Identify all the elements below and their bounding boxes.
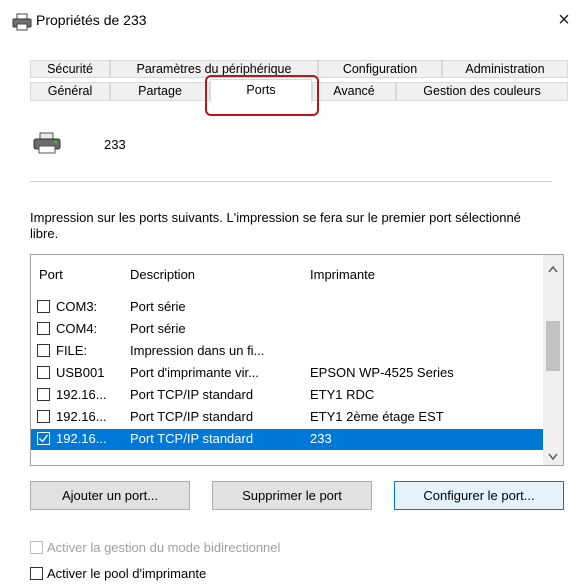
tab-administration[interactable]: Administration (442, 60, 568, 78)
window-title: Propriétés de 233 (36, 12, 147, 28)
tab-gestion-couleurs[interactable]: Gestion des couleurs (396, 82, 568, 101)
tab-partage[interactable]: Partage (110, 82, 210, 101)
add-port-button[interactable]: Ajouter un port... (30, 481, 190, 510)
column-header-port[interactable]: Port (39, 267, 63, 282)
tab-avance[interactable]: Avancé (312, 82, 396, 101)
printer-name: 233 (104, 137, 126, 152)
port-cell: 192.16... (56, 409, 107, 424)
printer-icon (12, 13, 32, 31)
scrollbar[interactable] (543, 255, 563, 465)
description-cell: Port série (130, 321, 186, 336)
printer-cell: ETY1 RDC (310, 387, 375, 402)
scroll-up-icon[interactable] (548, 265, 558, 276)
description-cell: Port TCP/IP standard (130, 409, 254, 424)
port-checkbox[interactable] (37, 410, 50, 423)
description-cell: Port série (130, 299, 186, 314)
table-row[interactable]: COM3: Port série (31, 297, 543, 318)
bidirectional-label: Activer la gestion du mode bidirectionne… (47, 540, 281, 555)
port-checkbox[interactable] (37, 366, 50, 379)
scroll-thumb[interactable] (546, 321, 560, 371)
printer-cell: EPSON WP-4525 Series (310, 365, 454, 380)
table-row[interactable]: COM4: Port série (31, 319, 543, 340)
divider (30, 181, 552, 182)
port-cell: COM3: (56, 299, 98, 314)
port-cell: COM4: (56, 321, 98, 336)
ports-description: Impression sur les ports suivants. L'imp… (30, 210, 521, 241)
scroll-down-icon[interactable] (548, 449, 558, 464)
ports-list[interactable]: Port Description Imprimante COM3: Port sé… (30, 254, 564, 466)
column-header-imprimante[interactable]: Imprimante (310, 267, 375, 282)
description-cell: Port d'imprimante vir... (130, 365, 259, 380)
port-cell: 192.16... (56, 387, 107, 402)
title-bar: Propriétés de 233 × (0, 0, 582, 44)
tab-securite[interactable]: Sécurité (30, 60, 110, 78)
bidirectional-checkbox[interactable] (30, 541, 43, 554)
port-checkbox[interactable] (37, 388, 50, 401)
delete-port-button[interactable]: Supprimer le port (212, 481, 372, 510)
table-row[interactable]: USB001 Port d'imprimante vir... EPSON WP-4… (31, 363, 543, 384)
printer-cell: 233 (310, 431, 332, 446)
port-cell: USB001 (56, 365, 105, 380)
description-cell: Port TCP/IP standard (130, 387, 254, 402)
port-cell: FILE: (56, 343, 88, 358)
tab-configuration[interactable]: Configuration (318, 60, 442, 78)
printer-large-icon (32, 131, 62, 158)
bidirectional-option[interactable]: Activer la gestion du mode bidirectionne… (30, 540, 280, 555)
table-row[interactable]: 192.16... Port TCP/IP standard ETY1 RDC (31, 385, 543, 406)
table-row[interactable]: 192.16... Port TCP/IP standard ETY1 2ème é… (31, 407, 543, 428)
tab-general[interactable]: Général (30, 82, 110, 101)
port-checkbox[interactable] (37, 300, 50, 313)
description-cell: Impression dans un fi... (130, 343, 265, 358)
printer-cell: ETY1 2ème étage EST (310, 409, 444, 424)
port-checkbox[interactable] (37, 432, 50, 445)
column-header-description[interactable]: Description (130, 267, 195, 282)
port-cell: 192.16... (56, 431, 107, 446)
pool-label: Activer le pool d'imprimante (47, 566, 207, 581)
pool-option[interactable]: Activer le pool d'imprimante (30, 566, 206, 581)
highlight-box (205, 75, 319, 116)
pool-checkbox[interactable] (30, 567, 43, 580)
table-row[interactable]: FILE: Impression dans un fi... (31, 341, 543, 362)
close-button[interactable]: × (552, 9, 576, 32)
port-checkbox[interactable] (37, 322, 50, 335)
table-row[interactable]: 192.16... Port TCP/IP standard 233 (31, 429, 543, 450)
port-checkbox[interactable] (37, 344, 50, 357)
configure-port-button[interactable]: Configurer le port... (394, 481, 564, 510)
description-cell: Port TCP/IP standard (130, 431, 254, 446)
